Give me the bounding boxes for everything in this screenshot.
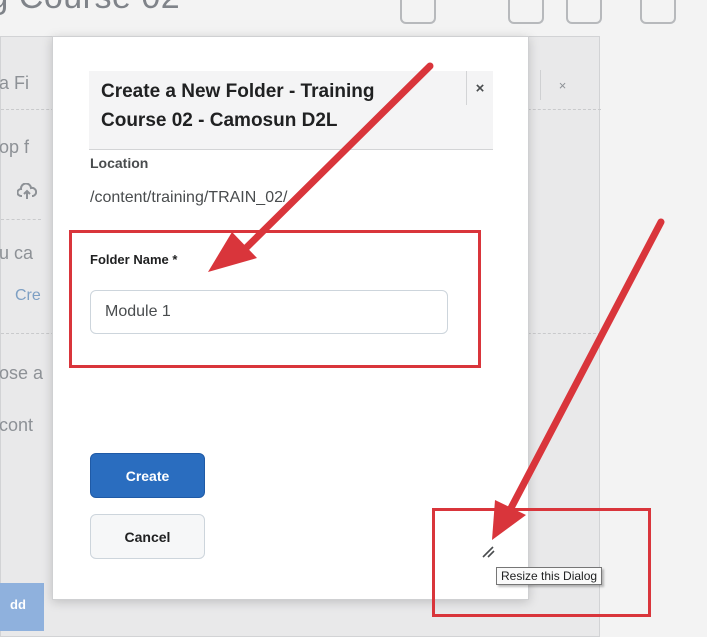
location-value: /content/training/TRAIN_02/ <box>90 189 288 206</box>
bg-choose-text: ose a <box>0 363 44 383</box>
bg-info-text: u ca <box>0 243 34 263</box>
chat-icon[interactable] <box>566 0 602 24</box>
bg-heading: a Fi <box>0 73 30 93</box>
dialog-title: Create a New Folder - Training Course 02… <box>101 81 375 131</box>
apps-icon[interactable] <box>400 0 436 24</box>
close-icon[interactable]: × <box>466 71 493 105</box>
create-button[interactable]: Create <box>90 453 205 498</box>
bg-divider <box>1 219 41 220</box>
header-divider <box>89 149 493 150</box>
annotation-box-resize <box>432 508 651 617</box>
location-label: Location <box>90 155 149 171</box>
bg-drop-text: op f <box>0 137 30 157</box>
bg-create-link[interactable]: Cre <box>15 287 41 305</box>
notification-icon[interactable] <box>640 0 676 24</box>
bg-content-text: cont <box>0 415 34 435</box>
message-icon[interactable] <box>508 0 544 24</box>
course-title: ng Course 02 <box>0 0 180 17</box>
bg-add-button[interactable]: dd <box>0 583 44 631</box>
annotation-box-folder-name <box>69 230 481 368</box>
cancel-button[interactable]: Cancel <box>90 514 205 559</box>
upload-icon[interactable] <box>17 183 37 201</box>
bg-close-button[interactable]: × <box>540 70 584 100</box>
